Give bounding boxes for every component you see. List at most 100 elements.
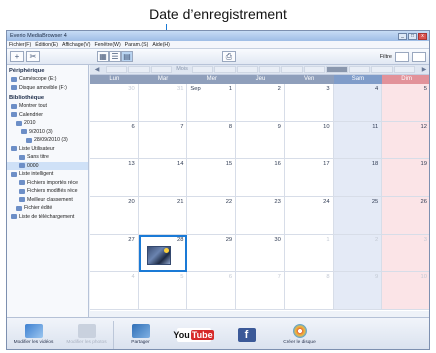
sidebar-item-sep-2010[interactable]: 9/2010 (3) — [7, 128, 88, 137]
menu-help[interactable]: Aide(H) — [152, 42, 170, 48]
calendar-day[interactable]: 3 — [382, 234, 429, 273]
calendar-day[interactable]: 13 — [90, 159, 139, 198]
sidebar-item-recent-imports[interactable]: Fichiers importés réce — [7, 179, 88, 188]
month-cell[interactable] — [214, 66, 236, 73]
edit-photos-button[interactable]: Modifier les photos — [60, 319, 113, 350]
add-button[interactable]: + — [10, 51, 24, 62]
month-cell[interactable] — [236, 66, 259, 73]
sidebar-item-recent-edits[interactable]: Fichiers modifiés réce — [7, 187, 88, 196]
maximize-button[interactable]: □ — [408, 32, 417, 40]
calendar-day[interactable]: 24 — [284, 197, 334, 235]
calendar-day-selected[interactable]: 28 — [138, 234, 188, 273]
facebook-button[interactable]: f — [220, 319, 273, 350]
calendar-day[interactable]: 29 — [187, 234, 237, 273]
calendar-day[interactable]: 11 — [333, 121, 383, 160]
calendar-day[interactable]: Sep 1 — [187, 84, 237, 122]
calendar-day[interactable]: 9 — [236, 121, 285, 160]
sidebar-item-edited-file[interactable]: Fichier édité — [7, 204, 88, 213]
calendar-day[interactable]: 31 — [138, 84, 188, 122]
sidebar-item-0000[interactable]: 0000 — [7, 161, 88, 170]
calendar-day[interactable]: 22 — [187, 197, 237, 235]
sidebar-item-show-all[interactable]: Montrer tout — [7, 102, 88, 111]
month-cell[interactable] — [128, 66, 150, 73]
month-cell[interactable] — [191, 66, 214, 73]
calendar-day[interactable]: 25 — [333, 197, 383, 235]
calendar-day[interactable]: 23 — [236, 197, 285, 235]
calendar-day[interactable]: 3 — [284, 84, 334, 122]
calendar-day[interactable]: 17 — [284, 159, 334, 198]
calendar-day[interactable]: 19 — [382, 159, 429, 198]
calendar-day[interactable]: 7 — [236, 272, 285, 311]
sort-dropdown[interactable] — [412, 52, 426, 62]
calendar-day[interactable]: 1 — [284, 234, 334, 273]
previous-month-icon[interactable]: ◀ — [90, 66, 104, 73]
month-cell[interactable] — [106, 66, 128, 73]
toolbar: + ✂ ▦ ☰ ▤ ⎙ Filtre — [7, 49, 429, 65]
calendar-day[interactable]: 15 — [187, 159, 237, 198]
edit-videos-button[interactable]: Modifier les vidéos — [7, 319, 60, 350]
create-disc-button[interactable]: Créer le disque — [273, 319, 326, 350]
calendar-day[interactable]: 12 — [382, 121, 429, 160]
menu-edit[interactable]: Édition(E) — [35, 42, 58, 48]
calendar-day[interactable]: 26 — [382, 197, 429, 235]
calendar-day[interactable]: 6 — [90, 121, 139, 160]
calendar-day[interactable]: 10 — [284, 121, 334, 160]
month-cell[interactable] — [303, 66, 326, 73]
calendar-day[interactable]: 5 — [382, 84, 429, 122]
thumbnail-view-icon[interactable]: ▦ — [97, 51, 109, 62]
sidebar-item-removable-disk[interactable]: Disque amovible (F:) — [7, 84, 88, 93]
sidebar-item-upload-list[interactable]: Liste de téléchargement — [7, 213, 88, 222]
calendar-day[interactable]: 7 — [138, 121, 188, 160]
sidebar-item-untitled[interactable]: Sans titre — [7, 153, 88, 162]
menu-window[interactable]: Fenêtre(W) — [94, 42, 120, 48]
calendar-day[interactable]: 16 — [236, 159, 285, 198]
month-cell[interactable] — [371, 66, 393, 73]
next-month-icon[interactable]: ▶ — [417, 66, 429, 73]
calendar-day[interactable]: 27 — [90, 234, 139, 273]
calendar-day[interactable]: 20 — [90, 197, 139, 235]
month-cell[interactable] — [348, 66, 371, 73]
youtube-button[interactable]: You Tube — [167, 319, 220, 350]
menu-view[interactable]: Affichage(V) — [62, 42, 90, 48]
sidebar-item-smart-list[interactable]: Liste intelligent — [7, 170, 88, 179]
calendar-day[interactable]: 5 — [138, 272, 188, 311]
video-thumbnail[interactable] — [146, 245, 171, 265]
camcorder-icon — [11, 76, 17, 82]
month-start-label: Sep — [190, 86, 201, 92]
menu-settings[interactable]: Param.(S) — [125, 42, 149, 48]
month-cell[interactable] — [393, 66, 415, 73]
tools-button[interactable]: ✂ — [26, 51, 40, 62]
calendar-day[interactable]: 2 — [236, 84, 285, 122]
calendar-view-icon[interactable]: ▤ — [121, 51, 133, 62]
sidebar-item-day-28[interactable]: 28/09/2010 (3) — [7, 136, 88, 145]
calendar-day[interactable]: 30 — [90, 84, 139, 122]
list-view-icon[interactable]: ☰ — [109, 51, 121, 62]
calendar-day[interactable]: 4 — [333, 84, 383, 122]
sidebar-item-calendar[interactable]: Calendrier — [7, 111, 88, 120]
close-button[interactable]: x — [418, 32, 427, 40]
month-cell[interactable] — [150, 66, 173, 73]
calendar-day[interactable]: 18 — [333, 159, 383, 198]
menu-file[interactable]: Fichier(F) — [9, 42, 31, 48]
calendar-day[interactable]: 10 — [382, 272, 429, 311]
calendar-day[interactable]: 9 — [333, 272, 383, 311]
calendar-day[interactable]: 30 — [236, 234, 285, 273]
share-button[interactable]: Partager — [114, 319, 167, 350]
calendar-day[interactable]: 8 — [187, 121, 237, 160]
month-cell-current[interactable] — [326, 66, 348, 73]
calendar-day[interactable]: 14 — [138, 159, 188, 198]
sidebar-item-user-list[interactable]: Liste Utilisateur — [7, 145, 88, 154]
sidebar-item-best-rating[interactable]: Meilleur classement — [7, 196, 88, 205]
calendar-day[interactable]: 2 — [333, 234, 383, 273]
filter-dropdown[interactable] — [395, 52, 409, 62]
print-icon[interactable]: ⎙ — [222, 51, 236, 62]
minimize-button[interactable]: _ — [398, 32, 407, 40]
sidebar-item-camcorder[interactable]: Caméscope (E:) — [7, 75, 88, 84]
month-cell[interactable] — [259, 66, 281, 73]
calendar-day[interactable]: 21 — [138, 197, 188, 235]
calendar-day[interactable]: 8 — [284, 272, 334, 311]
sidebar-item-2010[interactable]: 2010 — [7, 119, 88, 128]
month-cell[interactable] — [281, 66, 303, 73]
calendar-day[interactable]: 6 — [187, 272, 237, 311]
calendar-day[interactable]: 4 — [90, 272, 139, 311]
